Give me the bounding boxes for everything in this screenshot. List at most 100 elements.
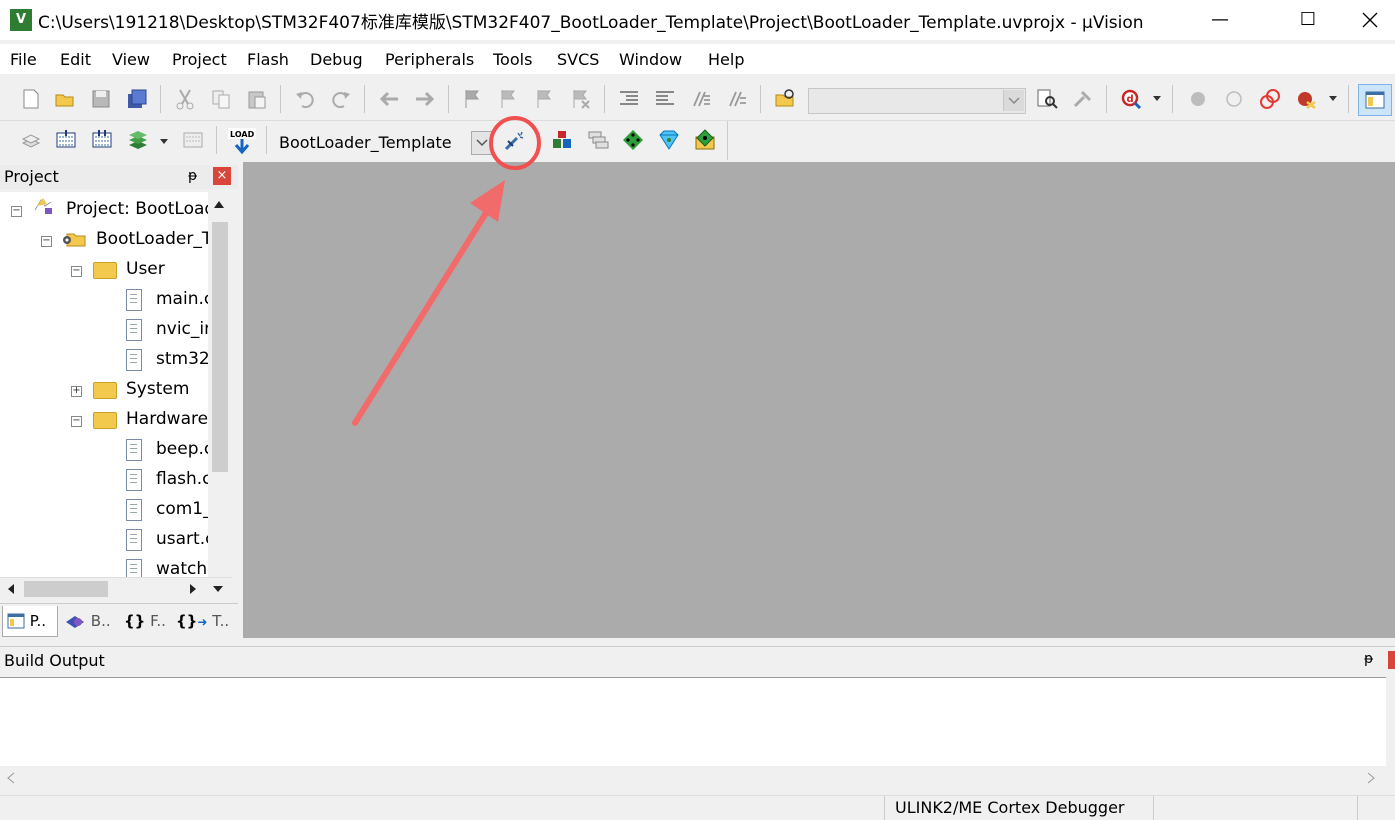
menu-project[interactable]: Project (172, 50, 227, 69)
minimize-button[interactable]: — (1195, 0, 1245, 40)
expand-toggle[interactable]: + (71, 386, 82, 397)
scroll-left-arrow-icon[interactable] (6, 772, 16, 784)
uncomment-icon[interactable] (726, 88, 748, 110)
menu-peripherals[interactable]: Peripherals (385, 50, 474, 69)
tab-templates[interactable]: {}➜ T.. (172, 606, 232, 636)
maximize-button[interactable]: ☐ (1283, 0, 1333, 40)
navigate-back-icon[interactable] (378, 88, 400, 110)
navigate-forward-icon[interactable] (414, 88, 436, 110)
debug-dropdown-arrow[interactable] (1153, 96, 1161, 101)
clear-bookmarks-icon[interactable] (570, 88, 592, 110)
manage-project-items-icon[interactable] (551, 129, 573, 151)
scrollbar-thumb[interactable] (212, 222, 228, 472)
tree-item-file[interactable]: nvic_ir (156, 315, 210, 343)
select-packs-icon[interactable] (587, 129, 609, 151)
incremental-find-icon[interactable] (1072, 88, 1094, 110)
pin-icon[interactable]: ᵽ (1364, 651, 1373, 667)
menu-help[interactable]: Help (708, 50, 744, 69)
project-panel-close-button[interactable]: × (213, 167, 231, 185)
collapse-toggle[interactable]: − (41, 236, 52, 247)
previous-bookmark-icon[interactable] (498, 88, 520, 110)
debug-session-icon[interactable]: d (1120, 88, 1142, 110)
collapse-toggle[interactable]: − (71, 416, 82, 427)
build-output-vertical-scrollbar[interactable] (1386, 677, 1395, 795)
stop-build-icon[interactable] (182, 129, 204, 151)
target-select-value[interactable]: BootLoader_Template (279, 133, 452, 152)
collapse-toggle[interactable]: − (71, 266, 82, 277)
tree-item-project[interactable]: Project: BootLoad (66, 195, 210, 223)
find-in-files-icon[interactable] (774, 88, 796, 110)
rebuild-icon[interactable] (91, 129, 113, 151)
project-tree-horizontal-scrollbar[interactable] (0, 577, 232, 600)
menu-tools[interactable]: Tools (493, 50, 532, 69)
menu-window[interactable]: Window (619, 50, 682, 69)
pack-installer-icon[interactable] (658, 129, 680, 151)
menu-edit[interactable]: Edit (60, 50, 91, 69)
copy-icon[interactable] (210, 88, 232, 110)
tree-item-file[interactable]: main.c (156, 285, 210, 313)
next-bookmark-icon[interactable] (534, 88, 556, 110)
tree-item-file[interactable]: usart.c (156, 525, 210, 553)
tree-item-group-system[interactable]: System (126, 375, 189, 403)
tree-item-file[interactable]: watch (156, 555, 207, 577)
menu-file[interactable]: File (10, 50, 37, 69)
unindent-icon[interactable] (654, 88, 676, 110)
breakpoint-dropdown-arrow[interactable] (1329, 96, 1337, 101)
insert-bookmark-icon[interactable] (462, 88, 484, 110)
redo-icon[interactable] (330, 88, 352, 110)
menu-debug[interactable]: Debug (310, 50, 363, 69)
new-file-icon[interactable] (20, 88, 42, 110)
insert-breakpoint-icon[interactable] (1187, 88, 1209, 110)
target-select-dropdown[interactable] (471, 131, 493, 155)
batch-build-dropdown-arrow[interactable] (160, 139, 168, 144)
download-button[interactable]: LOAD (228, 127, 256, 155)
pin-icon[interactable]: ᵽ (188, 168, 197, 184)
find-icon[interactable] (1036, 88, 1058, 110)
tree-item-file[interactable]: beep.c (156, 435, 210, 463)
build-output-horizontal-scrollbar[interactable] (0, 766, 1390, 790)
tree-item-group-hardware[interactable]: Hardware (126, 405, 208, 433)
build-icon[interactable] (55, 129, 77, 151)
collapse-toggle[interactable]: − (11, 206, 22, 217)
scroll-right-arrow-icon[interactable] (1366, 772, 1376, 784)
save-all-icon[interactable] (126, 88, 148, 110)
tree-item-file[interactable]: com1_ (156, 495, 210, 523)
options-for-target-icon[interactable] (503, 129, 525, 151)
indent-icon[interactable] (618, 88, 640, 110)
enable-breakpoint-icon[interactable] (1223, 88, 1245, 110)
build-output-close-button[interactable] (1388, 651, 1395, 669)
scroll-left-arrow-icon[interactable] (6, 583, 16, 595)
tree-item-group-user[interactable]: User (126, 255, 165, 283)
open-file-icon[interactable] (54, 88, 76, 110)
find-combo-dropdown[interactable] (1003, 90, 1024, 111)
disable-all-breakpoints-icon[interactable] (1259, 88, 1281, 110)
tree-item-file[interactable]: flash.c (156, 465, 210, 493)
scroll-right-arrow-icon[interactable] (188, 583, 198, 595)
window-layout-toggle[interactable] (1358, 84, 1392, 116)
tree-item-target[interactable]: BootLoader_Te (96, 225, 210, 253)
tree-item-file[interactable]: stm32f (156, 345, 210, 373)
comment-icon[interactable] (690, 88, 712, 110)
scroll-up-arrow-icon[interactable] (212, 198, 226, 210)
pack-manager-icon[interactable] (694, 129, 716, 151)
tab-project[interactable]: P.. (2, 606, 58, 637)
scroll-down-arrow-icon[interactable] (212, 584, 224, 594)
find-combo-box[interactable] (808, 88, 1026, 114)
uvision-app-icon: V (10, 9, 32, 31)
scrollbar-thumb[interactable] (24, 581, 108, 597)
paste-icon[interactable] (246, 88, 268, 110)
batch-build-icon[interactable] (127, 129, 149, 151)
close-window-button[interactable] (1345, 0, 1395, 40)
manage-run-time-environment-icon[interactable] (622, 129, 644, 151)
menu-flash[interactable]: Flash (247, 50, 289, 69)
menu-view[interactable]: View (112, 50, 150, 69)
kill-all-breakpoints-icon[interactable] (1295, 88, 1317, 110)
tab-books[interactable]: B.. (60, 606, 114, 636)
save-icon[interactable] (90, 88, 112, 110)
translate-icon[interactable] (20, 129, 42, 151)
undo-icon[interactable] (294, 88, 316, 110)
menu-svcs[interactable]: SVCS (557, 50, 599, 69)
project-tree-vertical-scrollbar[interactable] (208, 192, 232, 577)
tab-functions[interactable]: {} F.. (120, 606, 174, 636)
cut-icon[interactable] (174, 88, 196, 110)
